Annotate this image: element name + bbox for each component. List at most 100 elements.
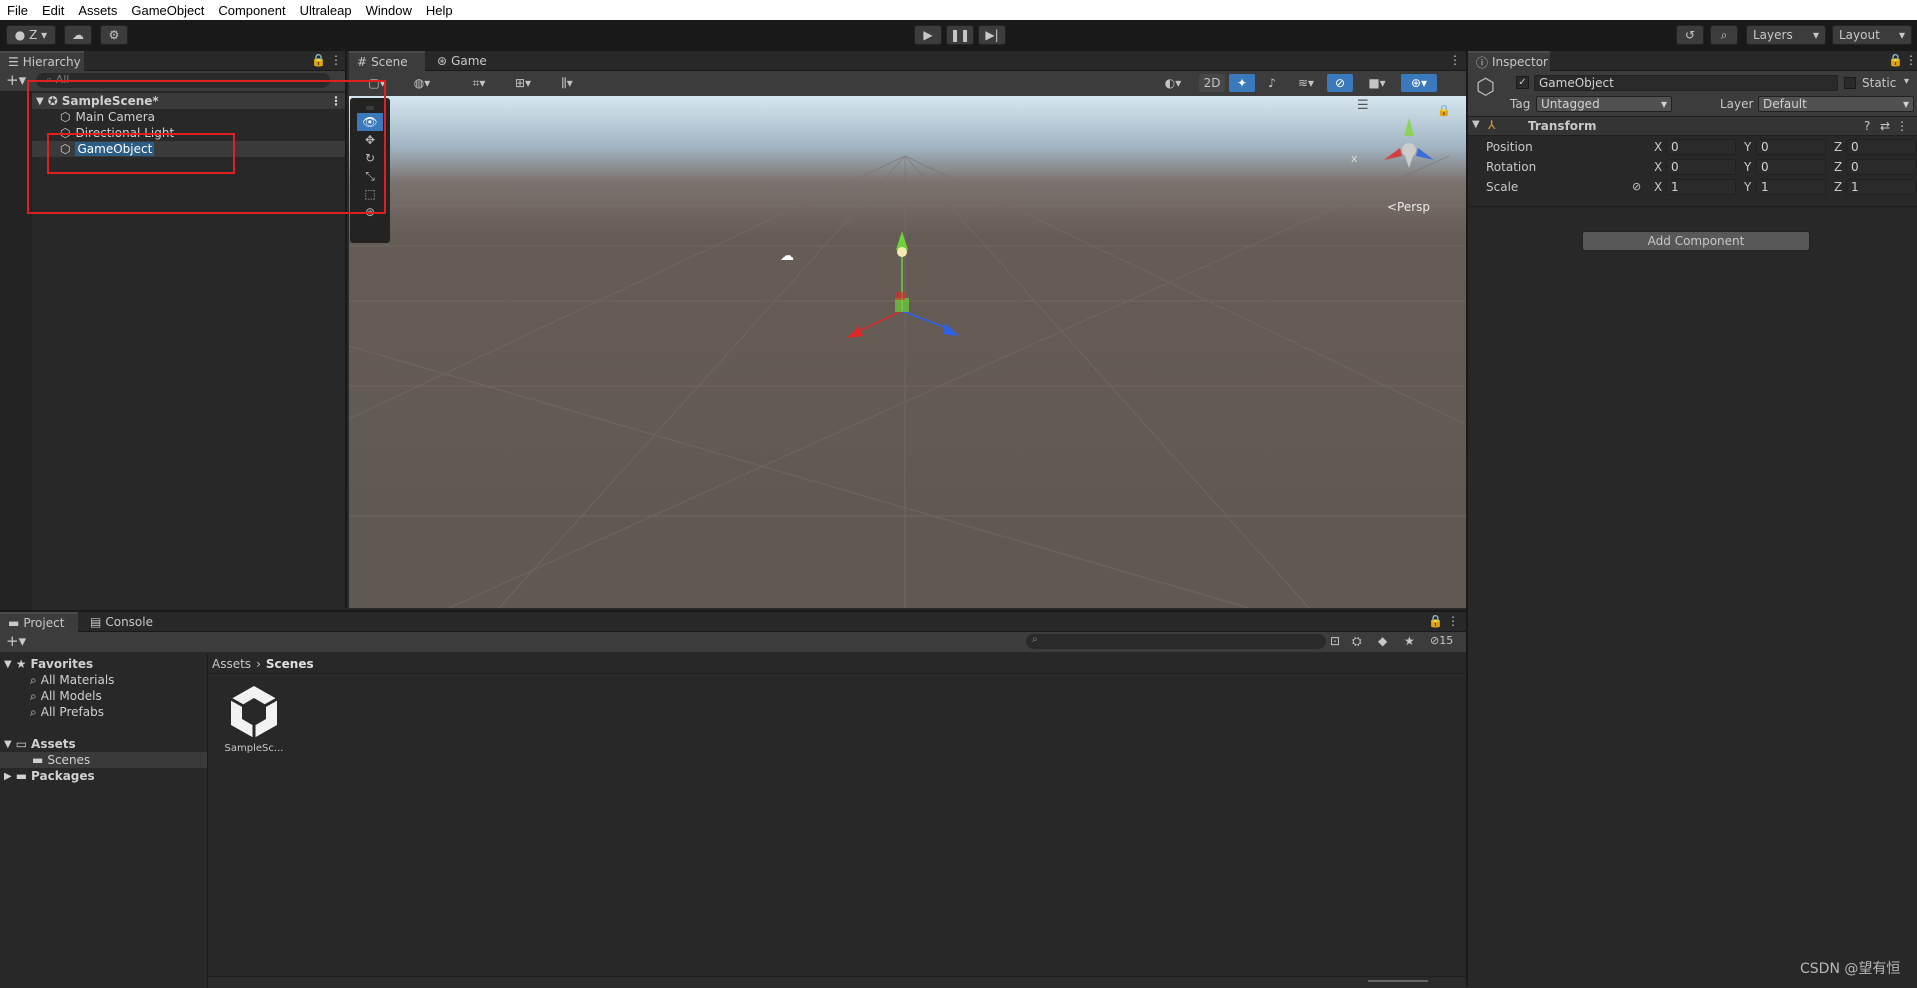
account-dropdown[interactable]: ● Z ▾ bbox=[6, 25, 56, 45]
project-search-input[interactable]: ⌕ bbox=[1026, 634, 1326, 649]
tab-console[interactable]: ▤ Console bbox=[82, 612, 162, 632]
hierarchy-search-input[interactable]: ⌕ All bbox=[36, 73, 330, 88]
hierarchy-item-gameobject[interactable]: ⬡ GameObject bbox=[32, 141, 345, 157]
rotation-x-field[interactable]: 0 bbox=[1666, 159, 1736, 175]
tab-game[interactable]: ⊛ Game bbox=[429, 51, 499, 71]
search-by-type-icon[interactable]: ⊡ bbox=[1330, 634, 1340, 648]
more-options-icon[interactable]: ⋮ bbox=[330, 53, 342, 67]
lock-icon[interactable]: 🔒 bbox=[1428, 614, 1443, 628]
global-local-dropdown[interactable]: ◍▾ bbox=[405, 74, 439, 92]
tab-project[interactable]: ▬ Project bbox=[0, 612, 78, 632]
packages-node[interactable]: ▶ ▬ Packages bbox=[4, 768, 95, 784]
hidden-objects-toggle[interactable]: ⊘ bbox=[1327, 74, 1353, 92]
scenes-folder-node[interactable]: ▬ Scenes bbox=[0, 752, 207, 768]
object-name-field[interactable]: GameObject bbox=[1534, 75, 1838, 91]
menu-help[interactable]: Help bbox=[419, 3, 460, 18]
layers-dropdown[interactable]: Layers ▾ bbox=[1746, 25, 1826, 45]
more-options-icon[interactable]: ⋮ bbox=[1447, 614, 1459, 628]
item-label-editing[interactable]: GameObject bbox=[75, 142, 155, 156]
menu-ultraleap[interactable]: Ultraleap bbox=[293, 3, 359, 18]
toggle-2d-button[interactable]: 2D bbox=[1199, 74, 1225, 92]
rotation-z-field[interactable]: 0 bbox=[1846, 159, 1916, 175]
position-z-field[interactable]: 0 bbox=[1846, 139, 1916, 155]
gizmo-lock-icon[interactable]: 🔒 bbox=[1437, 104, 1451, 117]
favorite-star-icon[interactable]: ★ bbox=[1404, 634, 1415, 648]
cloud-button[interactable]: ☁ bbox=[64, 25, 92, 45]
rotate-tool-button[interactable]: ↻ bbox=[357, 149, 383, 167]
step-button[interactable]: ▶| bbox=[978, 25, 1006, 45]
position-y-field[interactable]: 0 bbox=[1756, 139, 1826, 155]
menu-component[interactable]: Component bbox=[211, 3, 292, 18]
scene-viewport[interactable]: ☁ x <Persp ☰ 🔒 bbox=[349, 96, 1466, 608]
menu-gameobject[interactable]: GameObject bbox=[124, 3, 211, 18]
history-button[interactable]: ↺ bbox=[1676, 25, 1704, 45]
lighting-toggle[interactable]: ✦ bbox=[1229, 74, 1255, 92]
tab-inspector[interactable]: ⓘ Inspector bbox=[1468, 51, 1550, 71]
more-options-icon[interactable]: ⋮ bbox=[1905, 53, 1917, 67]
lock-icon[interactable]: 🔒 bbox=[1888, 53, 1903, 67]
effects-dropdown[interactable]: ≋▾ bbox=[1289, 74, 1323, 92]
play-button[interactable]: ▶ bbox=[914, 25, 942, 45]
create-button[interactable]: +▾ bbox=[6, 632, 26, 650]
chevron-down-icon[interactable]: ▾ bbox=[1904, 76, 1909, 87]
scale-tool-button[interactable]: ⤡ bbox=[357, 167, 383, 185]
tab-hierarchy[interactable]: ☰ Hierarchy bbox=[0, 51, 84, 71]
position-x-field[interactable]: 0 bbox=[1666, 139, 1736, 155]
add-button[interactable]: +▾ bbox=[6, 71, 26, 89]
view-tool-button[interactable]: 👁 bbox=[357, 113, 383, 131]
help-icon[interactable]: ? bbox=[1864, 119, 1870, 133]
hierarchy-item-main-camera[interactable]: ⬡ Main Camera bbox=[60, 109, 155, 125]
collab-settings-button[interactable]: ⚙ bbox=[100, 25, 128, 45]
audio-toggle[interactable]: ♪ bbox=[1259, 74, 1285, 92]
menu-edit[interactable]: Edit bbox=[35, 3, 71, 18]
favorite-all-prefabs[interactable]: ⌕ All Prefabs bbox=[30, 704, 104, 720]
draw-mode-dropdown[interactable]: ◐▾ bbox=[1155, 74, 1191, 92]
favorites-node[interactable]: ▼ ★ Favorites bbox=[4, 656, 93, 672]
transform-move-gizmo[interactable] bbox=[829, 226, 989, 356]
layout-dropdown[interactable]: Layout ▾ bbox=[1832, 25, 1912, 45]
more-options-icon[interactable]: ⋮ bbox=[1896, 119, 1908, 133]
align-dropdown[interactable]: ⫼▾ bbox=[549, 74, 585, 92]
menu-file[interactable]: File bbox=[0, 3, 35, 18]
favorite-all-materials[interactable]: ⌕ All Materials bbox=[30, 672, 114, 688]
camera-dropdown[interactable]: ■▾ bbox=[1359, 74, 1395, 92]
gizmos-dropdown[interactable]: ⊕▾ bbox=[1401, 74, 1437, 92]
filter-by-type-icon[interactable]: ⛭ bbox=[1352, 634, 1362, 649]
transform-header[interactable]: ▼ ⅄ Transform ? ⇄ ⋮ bbox=[1468, 116, 1917, 136]
gizmo-menu-icon[interactable]: ☰ bbox=[1357, 98, 1369, 113]
increment-snap-dropdown[interactable]: ⊞▾ bbox=[505, 74, 541, 92]
asset-item[interactable]: SampleSc... bbox=[222, 684, 286, 764]
assets-node[interactable]: ▼ ▭ Assets bbox=[4, 736, 76, 752]
menu-window[interactable]: Window bbox=[359, 3, 419, 18]
scale-y-field[interactable]: 1 bbox=[1756, 179, 1826, 195]
scale-z-field[interactable]: 1 bbox=[1846, 179, 1916, 195]
layer-dropdown[interactable]: Default ▾ bbox=[1758, 96, 1914, 112]
scene-orientation-gizmo[interactable] bbox=[1374, 108, 1444, 178]
rotation-y-field[interactable]: 0 bbox=[1756, 159, 1826, 175]
breadcrumb-scenes[interactable]: Scenes bbox=[266, 657, 314, 671]
active-checkbox[interactable]: ✓ bbox=[1516, 76, 1529, 89]
search-button[interactable]: ⌕ bbox=[1710, 25, 1738, 45]
add-component-button[interactable]: Add Component bbox=[1582, 231, 1810, 251]
tag-dropdown[interactable]: Untagged ▾ bbox=[1536, 96, 1672, 112]
scene-row[interactable]: ▼ ✪ SampleScene* ⋮ bbox=[32, 93, 345, 109]
constrain-proportions-icon[interactable]: ⊘ bbox=[1632, 180, 1641, 193]
pause-button[interactable]: ❚❚ bbox=[946, 25, 974, 45]
hidden-packages-toggle[interactable]: ⊘15 bbox=[1430, 634, 1453, 647]
tab-scene[interactable]: # Scene bbox=[349, 51, 425, 71]
lock-icon[interactable]: 🔒 bbox=[311, 53, 326, 67]
rect-tool-button[interactable]: ⬚ bbox=[357, 185, 383, 203]
overlay-handle[interactable]: ═ bbox=[357, 101, 383, 115]
zoom-slider[interactable] bbox=[1368, 980, 1428, 982]
tool-handle-rect-dropdown[interactable]: ▢▾ bbox=[361, 74, 393, 92]
move-tool-button[interactable]: ✥ bbox=[357, 131, 383, 149]
grid-snap-dropdown[interactable]: ⌗▾ bbox=[461, 74, 497, 92]
label-tag-icon[interactable]: ◆ bbox=[1378, 634, 1387, 648]
scene-menu-icon[interactable]: ⋮ bbox=[330, 94, 342, 108]
static-checkbox[interactable] bbox=[1844, 77, 1856, 89]
more-options-icon[interactable]: ⋮ bbox=[1449, 53, 1461, 67]
favorite-all-models[interactable]: ⌕ All Models bbox=[30, 688, 102, 704]
hierarchy-item-directional-light[interactable]: ⬡ Directional Light bbox=[60, 125, 174, 141]
transform-tool-button[interactable]: ⊛ bbox=[357, 203, 383, 221]
preset-icon[interactable]: ⇄ bbox=[1880, 119, 1890, 133]
